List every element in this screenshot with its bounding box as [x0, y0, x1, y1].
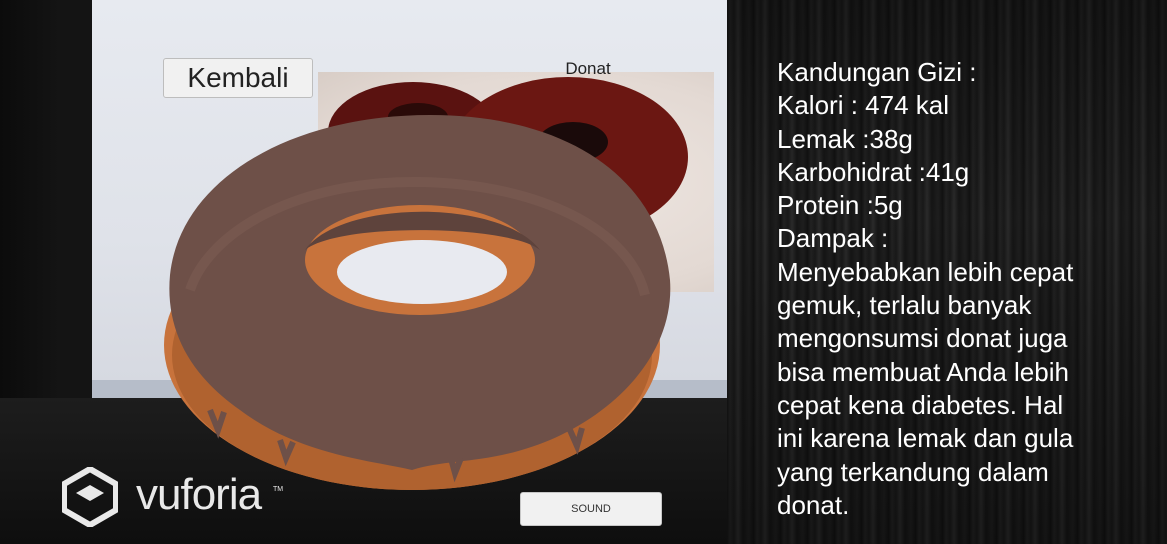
- vuforia-wordmark: vuforia: [136, 470, 262, 519]
- vuforia-trademark: TM: [273, 486, 284, 493]
- info-impact-line: donat.: [777, 489, 850, 520]
- info-impact-line: yang terkandung dalam: [777, 456, 1049, 487]
- object-label: Donat: [565, 59, 611, 78]
- info-impact-line: ini karena lemak dan gula: [777, 423, 1074, 454]
- info-heading: Kandungan Gizi :: [777, 57, 977, 87]
- info-fat: Lemak :38g: [777, 123, 913, 154]
- info-impact-heading: Dampak :: [777, 223, 889, 254]
- back-button[interactable]: Kembali: [163, 58, 313, 98]
- info-impact-line: bisa membuat Anda lebih: [777, 356, 1069, 387]
- info-impact-line: cepat kena diabetes. Hal: [777, 389, 1064, 420]
- vuforia-logo-icon: [62, 467, 118, 527]
- info-protein: Protein :5g: [777, 190, 903, 221]
- info-calories: Kalori : 474 kal: [777, 90, 949, 121]
- info-impact-line: Menyebabkan lebih cepat: [777, 256, 1074, 287]
- nutrition-info-text: Kandungan Gizi : Kalori : 474 kal Lemak …: [777, 56, 1137, 522]
- info-carbohydrate: Karbohidrat :41g: [777, 156, 970, 187]
- info-impact-line: gemuk, terlalu banyak: [777, 290, 1032, 321]
- nutrition-info-panel: Kandungan Gizi : Kalori : 474 kal Lemak …: [727, 0, 1167, 544]
- donut-3d-model-icon[interactable]: [150, 110, 690, 505]
- info-impact-line: mengonsumsi donat juga: [777, 323, 1068, 354]
- sound-button[interactable]: SOUND: [520, 492, 662, 526]
- ar-camera-view: Kembali Donat SOUND vuforia TM: [0, 0, 727, 544]
